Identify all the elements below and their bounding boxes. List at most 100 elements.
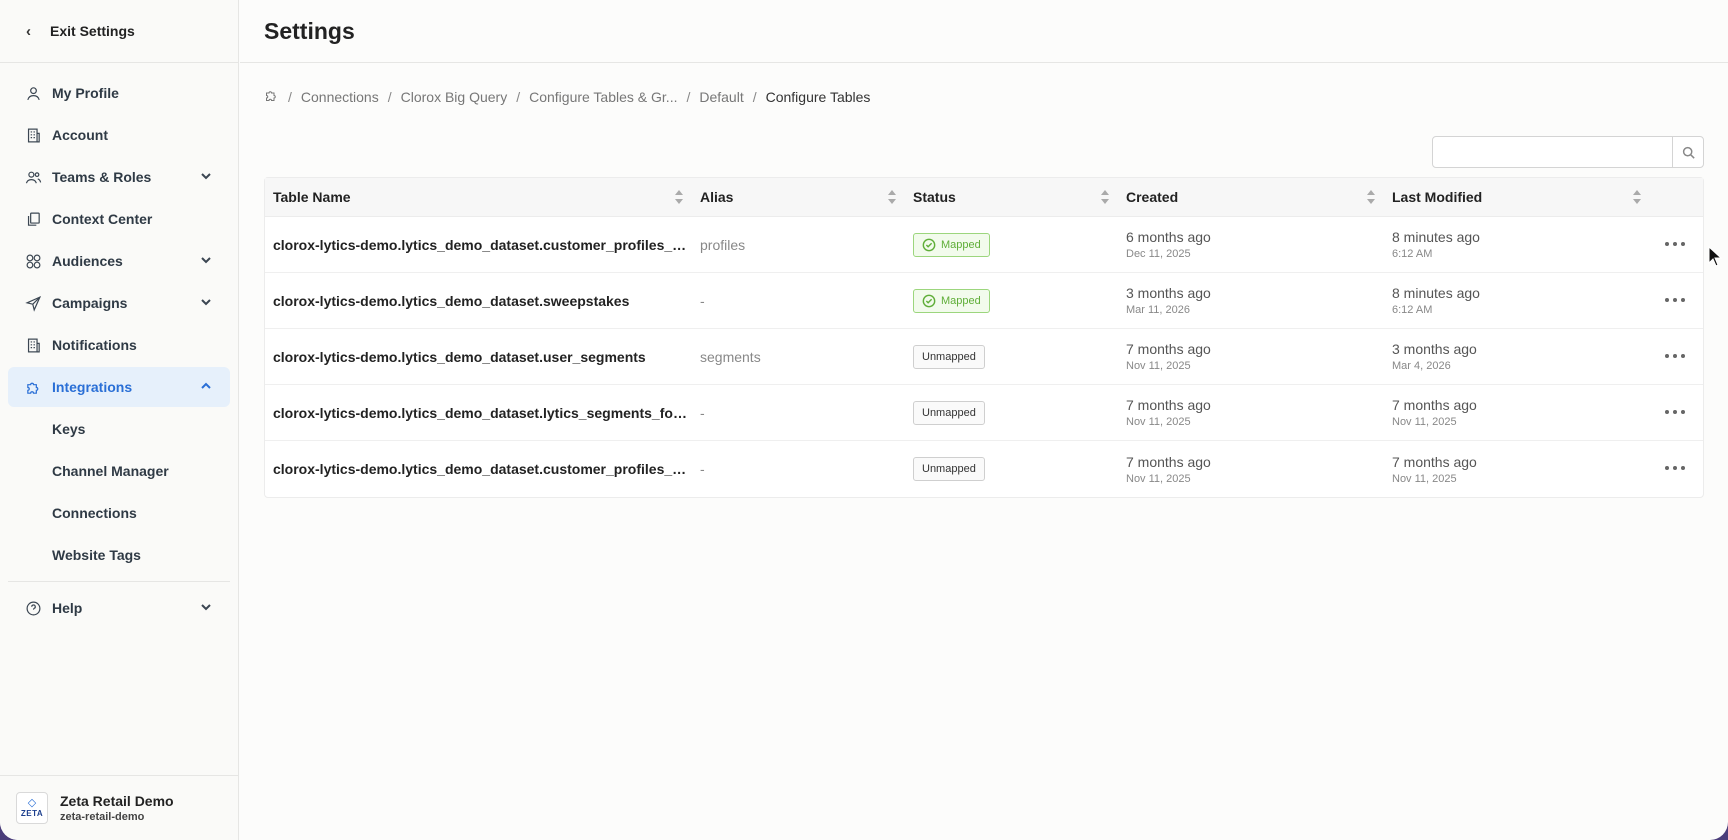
cell-alias: -	[692, 273, 905, 328]
table-name[interactable]: clorox-lytics-demo.lytics_demo_dataset.s…	[273, 293, 629, 309]
breadcrumb-separator: /	[288, 89, 292, 105]
created-date: Dec 11, 2025	[1126, 248, 1191, 260]
sidebar-item-label: Teams & Roles	[52, 169, 152, 185]
cell-status: Unmapped	[905, 329, 1118, 384]
more-options-icon[interactable]	[1665, 461, 1685, 475]
cell-actions	[1650, 273, 1703, 328]
sidebar-item-audiences[interactable]: Audiences	[8, 241, 230, 281]
column-header-last-modified[interactable]: Last Modified	[1384, 178, 1650, 216]
sidebar-item-integrations[interactable]: Integrations	[8, 367, 230, 407]
created-relative: 6 months ago	[1126, 229, 1211, 245]
sort-icon[interactable]	[1366, 189, 1376, 205]
column-header-status[interactable]: Status	[905, 178, 1118, 216]
cell-alias: profiles	[692, 217, 905, 272]
cell-actions	[1650, 385, 1703, 440]
alias-value: profiles	[700, 236, 746, 253]
column-header-table-name[interactable]: Table Name	[265, 178, 692, 216]
audience-icon	[24, 252, 42, 270]
sidebar-subitem-keys[interactable]: Keys	[8, 409, 230, 449]
breadcrumb: / Connections / Clorox Big Query / Confi…	[264, 88, 870, 106]
sidebar-item-label: Audiences	[52, 253, 123, 269]
status-label: Mapped	[941, 238, 981, 251]
users-icon	[24, 168, 42, 186]
table-row[interactable]: clorox-lytics-demo.lytics_demo_dataset.l…	[265, 385, 1703, 441]
org-slug: zeta-retail-demo	[60, 811, 145, 823]
column-header-label: Table Name	[273, 189, 351, 205]
search-icon	[1682, 146, 1695, 159]
breadcrumb-default[interactable]: Default	[699, 89, 743, 105]
chevron-down-icon	[200, 253, 214, 267]
sidebar-item-campaigns[interactable]: Campaigns	[8, 283, 230, 323]
chevron-up-icon	[200, 379, 214, 393]
column-header-alias[interactable]: Alias	[692, 178, 905, 216]
column-header-label: Last Modified	[1392, 189, 1483, 205]
cell-alias: -	[692, 441, 905, 497]
breadcrumb-configure-tables-groups[interactable]: Configure Tables & Gr...	[529, 89, 677, 105]
table-name[interactable]: clorox-lytics-demo.lytics_demo_dataset.c…	[273, 461, 691, 477]
table-name[interactable]: clorox-lytics-demo.lytics_demo_dataset.l…	[273, 405, 691, 421]
sidebar-item-notifications[interactable]: Notifications	[8, 325, 230, 365]
exit-settings-label: Exit Settings	[50, 23, 135, 39]
sidebar-item-account[interactable]: Account	[8, 115, 230, 155]
more-options-icon[interactable]	[1665, 237, 1685, 251]
more-options-icon[interactable]	[1665, 349, 1685, 363]
sort-icon[interactable]	[1632, 189, 1642, 205]
sort-icon[interactable]	[674, 189, 684, 205]
modified-relative: 7 months ago	[1392, 397, 1477, 413]
search-button[interactable]	[1672, 137, 1703, 167]
breadcrumb-connections[interactable]: Connections	[301, 89, 379, 105]
cell-table-name: clorox-lytics-demo.lytics_demo_dataset.s…	[265, 273, 692, 328]
cell-last-modified: 7 months ago Nov 11, 2025	[1384, 385, 1650, 440]
created-date: Nov 11, 2025	[1126, 472, 1191, 485]
sidebar-item-help[interactable]: Help	[8, 588, 230, 628]
table-row[interactable]: clorox-lytics-demo.lytics_demo_dataset.u…	[265, 329, 1703, 385]
created-relative: 3 months ago	[1126, 285, 1211, 301]
more-options-icon[interactable]	[1665, 293, 1685, 307]
sidebar-item-context-center[interactable]: Context Center	[8, 199, 230, 239]
more-options-icon[interactable]	[1665, 405, 1685, 419]
sidebar-subitem-connections[interactable]: Connections	[8, 493, 230, 533]
modified-date: Nov 11, 2025	[1392, 472, 1457, 485]
cell-actions	[1650, 217, 1703, 272]
breadcrumb-clorox-big-query[interactable]: Clorox Big Query	[401, 89, 508, 105]
table-row[interactable]: clorox-lytics-demo.lytics_demo_dataset.c…	[265, 217, 1703, 273]
table-row[interactable]: clorox-lytics-demo.lytics_demo_dataset.c…	[265, 441, 1703, 497]
settings-sidebar: ‹ Exit Settings My Profile Account Teams…	[0, 0, 239, 840]
modified-relative: 3 months ago	[1392, 341, 1477, 357]
table-name[interactable]: clorox-lytics-demo.lytics_demo_dataset.c…	[273, 237, 691, 253]
status-badge: Mapped	[913, 232, 990, 257]
alias-value: -	[700, 404, 705, 421]
sort-icon[interactable]	[1100, 189, 1110, 205]
modified-date: Nov 11, 2025	[1392, 416, 1457, 428]
mouse-cursor-icon	[1708, 246, 1722, 267]
sort-icon[interactable]	[887, 189, 897, 205]
cell-alias: -	[692, 385, 905, 440]
cell-created: 7 months ago Nov 11, 2025	[1118, 385, 1384, 440]
breadcrumb-current: Configure Tables	[765, 89, 871, 105]
help-circle-icon	[24, 599, 42, 617]
breadcrumb-separator: /	[516, 89, 521, 105]
table-name[interactable]: clorox-lytics-demo.lytics_demo_dataset.u…	[273, 349, 646, 365]
sidebar-item-my-profile[interactable]: My Profile	[8, 73, 230, 113]
copy-icon	[24, 210, 42, 228]
check-circle-icon	[922, 294, 936, 308]
exit-settings-button[interactable]: ‹ Exit Settings	[0, 0, 238, 63]
sidebar-item-teams-roles[interactable]: Teams & Roles	[8, 157, 230, 197]
alias-value: -	[700, 461, 705, 477]
created-date: Mar 11, 2026	[1126, 304, 1191, 316]
cell-table-name: clorox-lytics-demo.lytics_demo_dataset.u…	[265, 329, 692, 384]
breadcrumb-separator: /	[752, 89, 757, 105]
cell-status: Mapped	[905, 217, 1118, 272]
building-icon	[24, 126, 42, 144]
column-header-created[interactable]: Created	[1118, 178, 1384, 216]
sidebar-subitem-website-tags[interactable]: Website Tags	[8, 535, 230, 575]
cell-created: 3 months ago Mar 11, 2026	[1118, 273, 1384, 328]
status-label: Mapped	[941, 294, 981, 307]
sidebar-item-label: My Profile	[52, 85, 119, 101]
search-input[interactable]	[1433, 137, 1672, 167]
puzzle-icon[interactable]	[264, 88, 279, 106]
puzzle-icon	[24, 378, 42, 396]
org-switcher[interactable]: ◇ ZETA Zeta Retail Demo zeta-retail-demo	[0, 775, 239, 840]
table-row[interactable]: clorox-lytics-demo.lytics_demo_dataset.s…	[265, 273, 1703, 329]
sidebar-subitem-channel-manager[interactable]: Channel Manager	[8, 451, 230, 491]
